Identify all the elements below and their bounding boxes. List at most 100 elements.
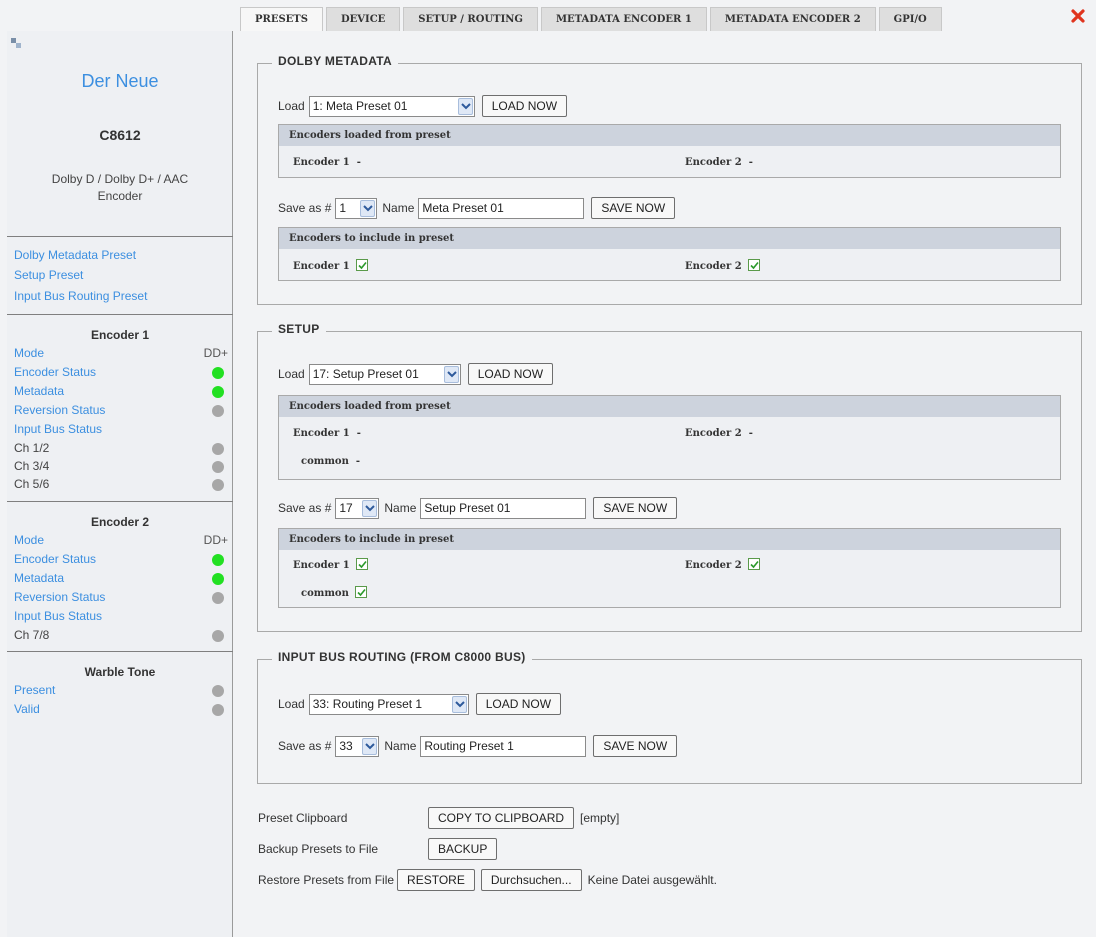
setup-load-value: 17: Setup Preset 01 xyxy=(312,366,419,381)
encoder1-mode-value: DD+ xyxy=(203,346,228,360)
encoder2-label: Encoder 2 xyxy=(685,560,742,571)
encoder1-input-bus-status-label[interactable]: Input Bus Status xyxy=(14,422,102,436)
load-label: Load xyxy=(278,367,305,381)
chevron-down-icon[interactable] xyxy=(360,199,376,217)
dolby-load-now-button[interactable]: LOAD NOW xyxy=(481,95,568,117)
backup-row: Backup Presets to File BACKUP xyxy=(258,837,498,861)
status-dot-icon xyxy=(212,592,224,604)
device-model: C8612 xyxy=(99,127,141,143)
dolby-name-input[interactable]: Meta Preset 01 xyxy=(418,197,585,219)
save-as-label: Save as # xyxy=(278,201,332,215)
common-label: common xyxy=(301,456,349,467)
include-encoder2-checkbox[interactable] xyxy=(748,259,761,271)
setup-load-now-button[interactable]: LOAD NOW xyxy=(467,363,554,385)
warble-valid-label[interactable]: Valid xyxy=(14,702,40,716)
restore-button[interactable]: RESTORE xyxy=(397,869,475,891)
include-encoder1: Encoder 1 xyxy=(293,558,369,572)
include-header: Encoders to include in preset xyxy=(279,228,1060,249)
include-encoder1: Encoder 1 xyxy=(293,259,369,273)
encoder2-mode-value: DD+ xyxy=(203,533,228,547)
tab-metadata-encoder-1[interactable]: METADATA ENCODER 1 xyxy=(540,7,707,31)
sidebar-link-input-bus-routing-preset[interactable]: Input Bus Routing Preset xyxy=(14,289,147,303)
routing-load-select[interactable]: 33: Routing Preset 1 xyxy=(308,693,469,715)
encoder2-encoder-status-label[interactable]: Encoder Status xyxy=(14,552,96,566)
tab-gpio[interactable]: GPI/O xyxy=(878,7,942,31)
routing-save-now-button[interactable]: SAVE NOW xyxy=(593,735,678,757)
encoder2-reversion-status-row: Reversion Status xyxy=(14,588,228,606)
name-label: Name xyxy=(384,739,417,753)
loaded-encoder2-value: - xyxy=(748,428,753,439)
sidebar-link-setup-preset[interactable]: Setup Preset xyxy=(14,268,83,282)
setup-save-now-button[interactable]: SAVE NOW xyxy=(593,497,678,519)
chevron-down-icon[interactable] xyxy=(362,737,378,755)
setup-section: SETUP Load 17: Setup Preset 01 LOAD NOW … xyxy=(257,322,1082,632)
include-encoder2-checkbox[interactable] xyxy=(748,558,761,570)
routing-load-now-button[interactable]: LOAD NOW xyxy=(475,693,562,715)
resize-icon[interactable] xyxy=(11,37,21,48)
close-icon[interactable] xyxy=(1070,8,1086,24)
routing-load-value: 33: Routing Preset 1 xyxy=(312,696,423,711)
browse-file-button[interactable]: Durchsuchen... xyxy=(480,869,582,891)
include-encoder1-checkbox[interactable] xyxy=(356,558,369,570)
tab-device[interactable]: DEVICE xyxy=(325,7,401,31)
no-file-text: Keine Datei ausgewählt. xyxy=(587,873,717,887)
backup-label: Backup Presets to File xyxy=(258,842,379,856)
encoder2-input-bus-status-label[interactable]: Input Bus Status xyxy=(14,609,102,623)
setup-save-number: 17 xyxy=(339,500,353,515)
routing-save-number: 33 xyxy=(339,738,353,753)
input-bus-routing-section: INPUT BUS ROUTING (FROM C8000 BUS) Load … xyxy=(257,650,1082,784)
dolby-load-row: Load 1: Meta Preset 01 LOAD NOW xyxy=(278,95,568,117)
status-dot-icon xyxy=(212,386,224,398)
encoder1-reversion-status-label[interactable]: Reversion Status xyxy=(14,403,105,417)
encoder2-metadata-label[interactable]: Metadata xyxy=(14,571,64,585)
tab-setup-routing[interactable]: SETUP / ROUTING xyxy=(403,7,538,31)
status-dot-icon xyxy=(212,479,224,491)
sidebar-link-dolby-metadata-preset[interactable]: Dolby Metadata Preset xyxy=(14,248,136,262)
routing-save-number-select[interactable]: 33 xyxy=(335,735,380,757)
warble-valid-row: Valid xyxy=(14,700,228,718)
name-label: Name xyxy=(382,201,415,215)
encoder2-heading: Encoder 2 xyxy=(90,515,150,529)
setup-name-input[interactable]: Setup Preset 01 xyxy=(420,497,587,519)
routing-load-row: Load 33: Routing Preset 1 LOAD NOW xyxy=(278,693,562,715)
encoder2-encoder-status-row: Encoder Status xyxy=(14,550,228,568)
encoder2-label: Encoder 2 xyxy=(685,261,742,272)
encoder2-reversion-status-label[interactable]: Reversion Status xyxy=(14,590,105,604)
load-label: Load xyxy=(278,99,305,113)
dolby-save-now-button[interactable]: SAVE NOW xyxy=(591,197,676,219)
warble-tone-heading: Warble Tone xyxy=(84,665,156,679)
routing-name-input[interactable]: Routing Preset 1 xyxy=(420,735,587,757)
dolby-load-select[interactable]: 1: Meta Preset 01 xyxy=(308,95,475,117)
chevron-down-icon[interactable] xyxy=(443,365,459,383)
dolby-metadata-title: DOLBY METADATA xyxy=(272,54,398,68)
include-encoder1-checkbox[interactable] xyxy=(356,259,369,271)
setup-load-select[interactable]: 17: Setup Preset 01 xyxy=(308,363,461,385)
tab-presets[interactable]: PRESETS xyxy=(240,7,323,31)
encoder1-reversion-status-row: Reversion Status xyxy=(14,401,228,419)
status-dot-icon xyxy=(212,405,224,417)
load-label: Load xyxy=(278,697,305,711)
clipboard-row: Preset Clipboard COPY TO CLIPBOARD [empt… xyxy=(258,806,619,830)
chevron-down-icon[interactable] xyxy=(457,97,473,115)
encoder2-mode-row: Mode DD+ xyxy=(14,531,228,549)
loaded-header: Encoders loaded from preset xyxy=(279,396,1060,417)
copy-to-clipboard-button[interactable]: COPY TO CLIPBOARD xyxy=(428,807,575,829)
chevron-down-icon[interactable] xyxy=(362,499,378,517)
chevron-down-icon[interactable] xyxy=(451,695,467,713)
encoder1-metadata-label[interactable]: Metadata xyxy=(14,384,64,398)
setup-save-number-select[interactable]: 17 xyxy=(335,497,380,519)
dolby-save-number-select[interactable]: 1 xyxy=(335,197,378,219)
backup-button[interactable]: BACKUP xyxy=(428,838,498,860)
loaded-encoder2-value: - xyxy=(748,157,753,168)
warble-present-label[interactable]: Present xyxy=(14,683,55,697)
divider xyxy=(7,314,233,315)
include-common-checkbox[interactable] xyxy=(355,586,368,598)
encoder1-encoder-status-label[interactable]: Encoder Status xyxy=(14,365,96,379)
common-label: common xyxy=(301,588,349,599)
status-dot-icon xyxy=(212,443,224,455)
setup-save-row: Save as # 17 Name Setup Preset 01 SAVE N… xyxy=(278,497,678,519)
include-common: common xyxy=(301,586,368,600)
tab-metadata-encoder-2[interactable]: METADATA ENCODER 2 xyxy=(709,7,876,31)
encoder1-mode-row: Mode DD+ xyxy=(14,344,228,362)
loaded-encoder2: Encoder 2 - xyxy=(685,156,753,170)
